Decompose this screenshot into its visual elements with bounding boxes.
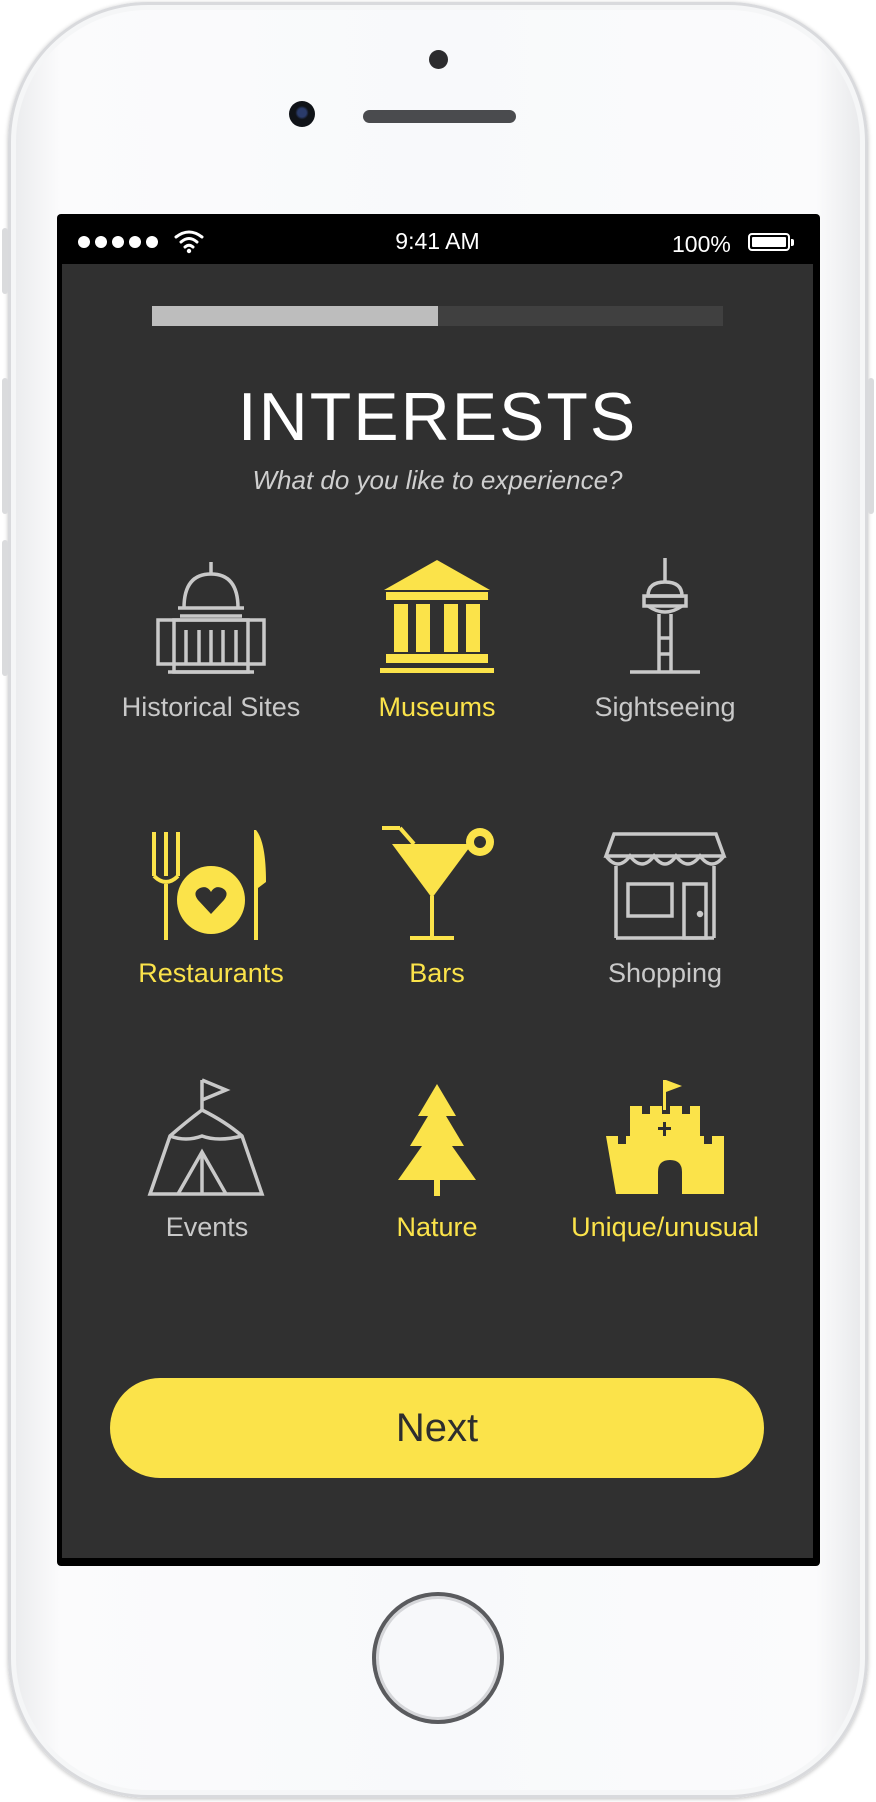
tent-icon <box>147 1078 265 1196</box>
interest-historical-sites[interactable]: Historical Sites <box>96 556 326 723</box>
proximity-sensor <box>429 50 448 69</box>
observation-tower-icon <box>630 558 700 674</box>
cocktail-glass-icon <box>382 826 494 940</box>
next-button[interactable]: Next <box>110 1378 764 1478</box>
interest-label: Events <box>165 1212 249 1242</box>
interest-label: Restaurants <box>138 958 284 988</box>
page-subtitle: What do you like to experience? <box>252 465 623 495</box>
battery-icon <box>748 233 794 251</box>
pine-tree-icon <box>398 1084 476 1196</box>
interest-nature[interactable]: Nature <box>322 1076 552 1243</box>
status-bar: 9:41 AM 100% <box>62 218 813 264</box>
volume-up-button <box>2 378 8 514</box>
storefront-icon <box>603 832 727 940</box>
app-screen: INTERESTS What do you like to experience… <box>62 264 813 1558</box>
interest-shopping[interactable]: Shopping <box>550 822 780 989</box>
capitol-building-icon <box>156 562 266 674</box>
interest-label: Museums <box>378 692 496 722</box>
battery-percentage: 100% <box>672 231 731 257</box>
fork-plate-knife-icon <box>152 830 266 940</box>
mute-switch <box>2 228 8 294</box>
interest-unique-unusual[interactable]: Unique/unusual <box>550 1076 780 1243</box>
interest-bars[interactable]: Bars <box>322 822 552 989</box>
onboarding-progress-bar <box>152 306 723 326</box>
interest-label: Sightseeing <box>594 692 736 722</box>
interest-museums[interactable]: Museums <box>322 556 552 723</box>
interest-events[interactable]: Events <box>92 1076 322 1243</box>
interest-restaurants[interactable]: Restaurants <box>96 822 326 989</box>
interest-label: Unique/unusual <box>571 1212 759 1242</box>
earpiece-speaker <box>363 110 516 123</box>
interest-label: Historical Sites <box>121 692 301 722</box>
interest-label: Nature <box>396 1212 478 1242</box>
interest-sightseeing[interactable]: Sightseeing <box>550 556 780 723</box>
power-button <box>868 378 874 514</box>
interest-label: Shopping <box>607 958 723 988</box>
museum-icon <box>380 560 494 673</box>
front-camera <box>289 101 315 127</box>
home-button[interactable] <box>372 1592 504 1724</box>
interest-label: Bars <box>409 958 465 988</box>
volume-down-button <box>2 540 8 676</box>
progress-fill <box>152 306 438 326</box>
page-title: INTERESTS <box>237 379 638 455</box>
castle-icon <box>606 1080 724 1194</box>
